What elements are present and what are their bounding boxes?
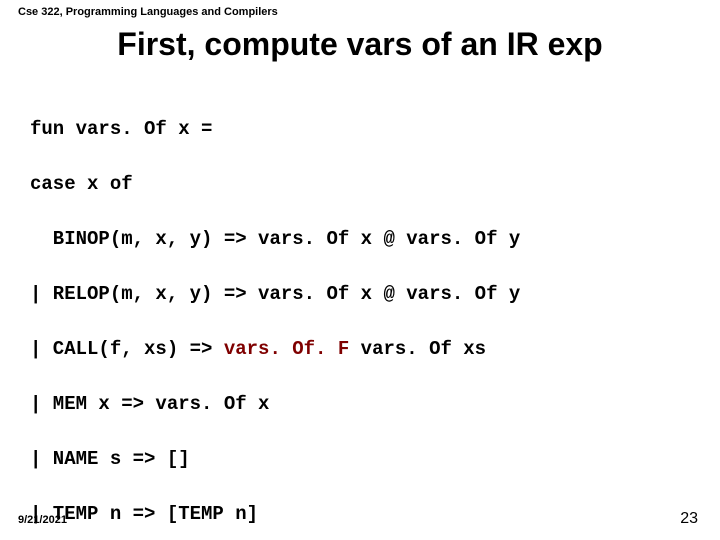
code-line: BINOP(m, x, y) => vars. Of x @ vars. Of … [30, 226, 702, 254]
code-line: | CALL(f, xs) => vars. Of. F vars. Of xs [30, 336, 702, 364]
code-text: vars. Of xs [349, 338, 486, 360]
slide: Cse 322, Programming Languages and Compi… [0, 0, 720, 540]
slide-title: First, compute vars of an IR exp [0, 26, 720, 63]
code-line: | MEM x => vars. Of x [30, 391, 702, 419]
code-keyword: vars. Of. F [224, 338, 349, 360]
course-label: Cse 322, Programming Languages and Compi… [18, 6, 278, 18]
code-line: | RELOP(m, x, y) => vars. Of x @ vars. O… [30, 281, 702, 309]
footer-page-number: 23 [680, 510, 698, 528]
code-text: | CALL(f, xs) => [30, 338, 224, 360]
code-line: fun vars. Of x = [30, 116, 702, 144]
code-block: fun vars. Of x = case x of BINOP(m, x, y… [30, 88, 702, 540]
code-line: case x of [30, 171, 702, 199]
code-line: | TEMP n => [TEMP n] [30, 501, 702, 529]
footer-date: 9/21/2021 [18, 514, 67, 526]
code-line: | NAME s => [] [30, 446, 702, 474]
